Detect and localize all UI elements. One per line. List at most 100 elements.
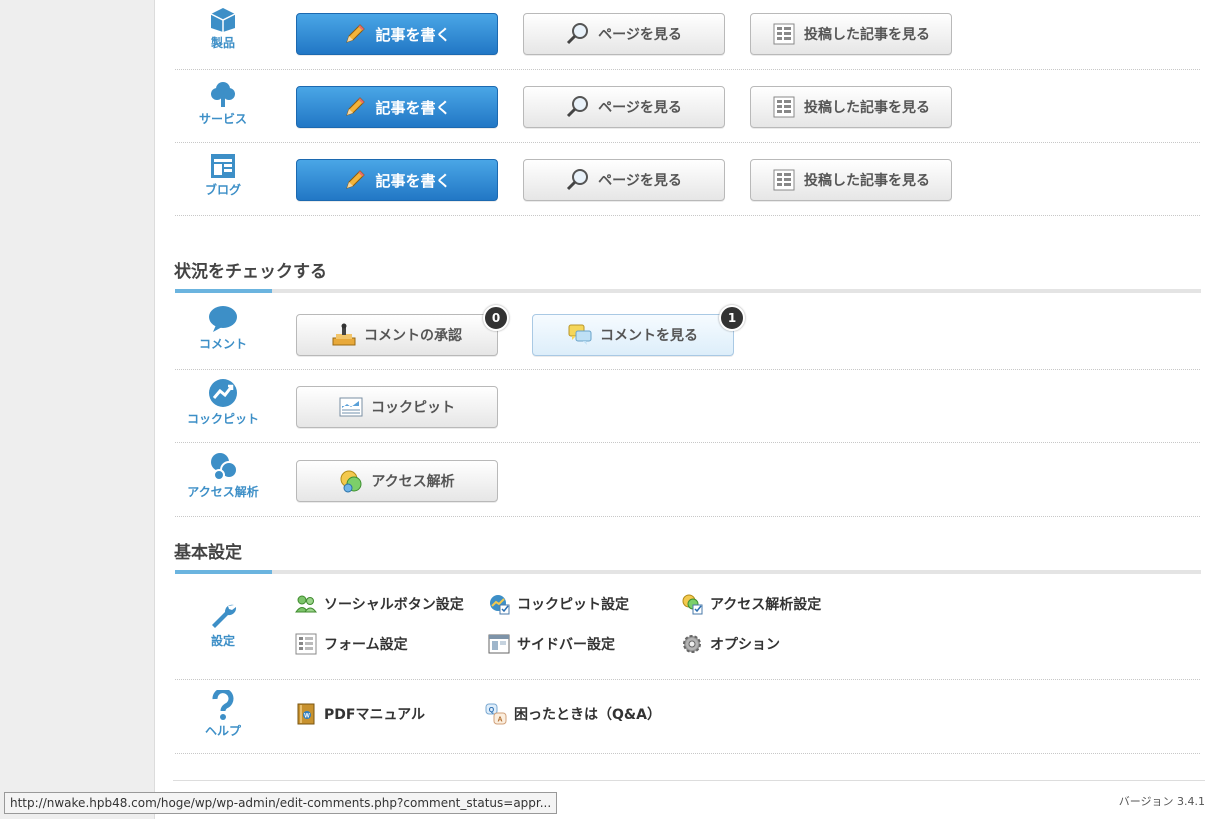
manual-book-icon: W <box>297 703 315 725</box>
analytics-bubbles-icon <box>211 453 238 481</box>
settings-row: 設定 ソーシャルボタン設定 コックピット設定 アクセス解析設定 フォーム設定 サ… <box>175 578 1200 680</box>
speech-bubble-icon <box>209 306 237 332</box>
blog-label: ブログ <box>204 183 241 197</box>
help-label: ヘルプ <box>204 724 241 738</box>
svg-text:A: A <box>497 717 502 724</box>
settings-label: 設定 <box>210 634 235 648</box>
products-write-button[interactable]: 記事を書く <box>296 13 498 55</box>
status-section-bar <box>175 289 1201 293</box>
version-text: バージョン 3.4.1 <box>1118 795 1205 808</box>
settings-row-label-group: 設定 <box>183 600 263 649</box>
access-row: アクセス解析 アクセス解析 <box>175 443 1200 517</box>
wrench-icon <box>212 604 237 628</box>
comment-approve-label: コメントの承認 <box>364 328 462 344</box>
dashboard-chart-icon <box>339 397 363 417</box>
sidebar-settings-label: サイドバー設定 <box>517 637 615 653</box>
cockpit-row: コックピット コックピット <box>175 370 1200 443</box>
settings-section-title: 基本設定 <box>174 543 242 563</box>
blog-write-label: 記事を書く <box>375 171 451 190</box>
pencil-icon <box>346 24 366 43</box>
services-view-page-label: ページを見る <box>598 100 682 116</box>
pencil-icon <box>346 97 366 116</box>
products-row-label-group: 製品 <box>183 6 263 51</box>
magnifier-icon <box>567 23 589 45</box>
form-settings-link[interactable]: フォーム設定 <box>295 633 408 655</box>
list-document-icon <box>773 169 795 191</box>
cockpit-label: コックピット <box>186 412 259 426</box>
services-view-page-button[interactable]: ページを見る <box>523 86 725 128</box>
sidebar-settings-link[interactable]: サイドバー設定 <box>488 633 615 655</box>
comments-icon <box>568 324 592 345</box>
services-view-posts-label: 投稿した記事を見る <box>804 100 930 116</box>
blog-view-posts-button[interactable]: 投稿した記事を見る <box>750 159 952 201</box>
cockpit-chart-icon <box>209 379 237 407</box>
gear-icon <box>683 635 701 653</box>
comment-label: コメント <box>198 337 247 351</box>
settings-section-bar <box>175 570 1201 574</box>
comment-approve-count-badge: 0 <box>483 305 509 331</box>
help-row: ヘルプ W PDFマニュアル QA 困ったときは（Q&A） <box>175 680 1200 754</box>
cockpit-settings-link[interactable]: コックピット設定 <box>488 593 629 615</box>
social-button-settings-label: ソーシャルボタン設定 <box>324 597 464 613</box>
faq-link[interactable]: QA 困ったときは（Q&A） <box>485 703 661 725</box>
products-label: 製品 <box>210 36 235 50</box>
svg-text:W: W <box>304 714 310 720</box>
services-label: サービス <box>198 112 247 126</box>
options-link[interactable]: オプション <box>681 633 780 655</box>
social-button-settings-link[interactable]: ソーシャルボタン設定 <box>295 593 464 615</box>
globe-users-icon <box>340 470 362 493</box>
list-document-icon <box>773 96 795 118</box>
comment-view-count-badge: 1 <box>719 305 745 331</box>
access-analysis-settings-link[interactable]: アクセス解析設定 <box>681 593 821 615</box>
blog-view-page-button[interactable]: ページを見る <box>523 159 725 201</box>
comment-view-button[interactable]: コメントを見る 1 <box>532 305 745 356</box>
browser-status-bar: http://nwake.hpb48.com/hoge/wp/wp-admin/… <box>4 792 558 814</box>
access-analysis-label: アクセス解析 <box>371 474 455 490</box>
list-document-icon <box>773 23 795 45</box>
services-write-label: 記事を書く <box>375 98 451 117</box>
cockpit-settings-label: コックピット設定 <box>517 597 629 613</box>
services-row-label-group: サービス <box>183 80 263 127</box>
access-analysis-settings-label: アクセス解析設定 <box>710 597 822 613</box>
cockpit-button[interactable]: コックピット <box>296 386 498 428</box>
blog-write-button[interactable]: 記事を書く <box>296 159 498 201</box>
access-settings-icon <box>682 594 703 615</box>
blog-row-label-group: ブログ <box>183 153 263 198</box>
options-label: オプション <box>710 637 780 653</box>
magnifier-icon <box>567 169 589 191</box>
products-view-page-label: ページを見る <box>598 27 682 43</box>
post-row-services: サービス 記事を書く ページを見る 投稿した記事を見る <box>175 70 1200 143</box>
form-settings-label: フォーム設定 <box>324 637 408 653</box>
cockpit-settings-icon <box>490 595 510 615</box>
layout-icon <box>211 154 235 178</box>
pdf-manual-label: PDFマニュアル <box>324 707 426 723</box>
help-row-label-group: ヘルプ <box>183 690 263 739</box>
blog-view-page-label: ページを見る <box>598 173 682 189</box>
access-row-label-group: アクセス解析 <box>183 451 263 500</box>
post-row-blog: ブログ 記事を書く ページを見る 投稿した記事を見る <box>175 143 1200 216</box>
services-view-posts-button[interactable]: 投稿した記事を見る <box>750 86 952 128</box>
footer-divider <box>173 780 1205 781</box>
services-write-button[interactable]: 記事を書く <box>296 86 498 128</box>
question-mark-icon <box>212 690 234 720</box>
comment-row-label-group: コメント <box>183 305 263 352</box>
products-view-posts-button[interactable]: 投稿した記事を見る <box>750 13 952 55</box>
cockpit-row-label-group: コックピット <box>183 378 263 427</box>
products-view-posts-label: 投稿した記事を見る <box>804 27 930 43</box>
left-sidebar-gutter <box>0 0 155 819</box>
box-icon <box>210 8 236 32</box>
products-view-page-button[interactable]: ページを見る <box>523 13 725 55</box>
users-icon <box>295 595 317 613</box>
faq-label: 困ったときは（Q&A） <box>514 707 661 723</box>
access-analysis-button[interactable]: アクセス解析 <box>296 460 498 502</box>
sidebar-layout-icon <box>488 634 510 654</box>
pdf-manual-link[interactable]: W PDFマニュアル <box>295 703 425 725</box>
stamp-icon <box>332 323 356 346</box>
products-write-label: 記事を書く <box>375 25 451 44</box>
comment-view-label: コメントを見る <box>600 328 698 344</box>
post-row-products: 製品 記事を書く ページを見る 投稿した記事を見る <box>175 0 1200 70</box>
pencil-icon <box>346 170 366 189</box>
comment-approve-button[interactable]: コメントの承認 0 <box>296 305 509 356</box>
magnifier-icon <box>567 96 589 118</box>
qa-bubbles-icon: QA <box>485 703 507 725</box>
